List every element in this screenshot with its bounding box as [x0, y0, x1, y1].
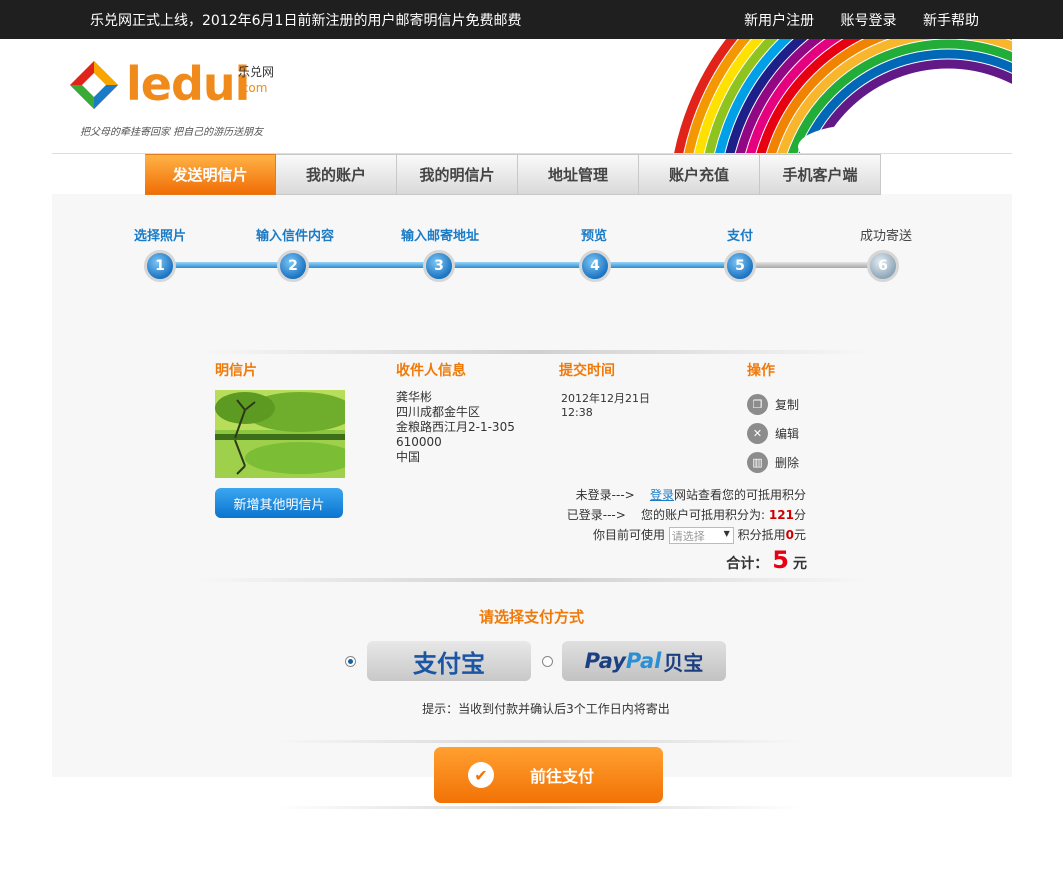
deduct-unit: 元: [793, 528, 806, 542]
step-circle-2: 2: [277, 250, 309, 282]
points-use: 你目前可使用 请选择 积分抵用0元: [593, 526, 806, 544]
go-pay-button[interactable]: ✔ 前往支付: [434, 747, 663, 803]
paypal-logo-b: Pal: [625, 649, 662, 673]
tab-recharge[interactable]: 账户充值: [639, 154, 760, 195]
login-link[interactable]: 账号登录: [841, 13, 897, 29]
help-link[interactable]: 新手帮助: [923, 13, 979, 29]
recipient-name: 龚华彬: [396, 390, 433, 404]
top-bar: 乐兑网正式上线，2012年6月1日前新注册的用户邮寄明信片免费邮费 新用户注册 …: [0, 0, 1063, 39]
postcard-thumbnail-image[interactable]: [215, 390, 345, 478]
site-notice: 乐兑网正式上线，2012年6月1日前新注册的用户邮寄明信片免费邮费: [90, 13, 522, 29]
logo-cn: 乐兑网: [238, 65, 275, 79]
paypal-option[interactable]: Pay Pal 贝宝: [562, 641, 726, 681]
tab-address[interactable]: 地址管理: [518, 154, 639, 195]
step-circle-1: 1: [144, 250, 176, 282]
recipient-line2: 金粮路西江月2-1-305: [396, 420, 515, 434]
payment-title: 请选择支付方式: [478, 608, 584, 626]
not-logged-suffix: 网站查看您的可抵用积分: [673, 488, 806, 502]
step-line-pending: [740, 262, 883, 268]
order-total: 合计： 5 元: [726, 546, 807, 574]
step-label-1: 选择照片: [133, 229, 187, 244]
tab-mobile-client[interactable]: 手机客户端: [760, 154, 881, 195]
register-link[interactable]: 新用户注册: [744, 13, 814, 29]
header-postcard: 明信片: [215, 363, 257, 379]
tab-my-account[interactable]: 我的账户: [276, 154, 397, 195]
logo-brand: ledui: [126, 57, 250, 111]
trash-icon: ▥: [747, 452, 768, 473]
logo-diamond-icon: [70, 61, 118, 109]
points-unit: 分: [793, 508, 806, 522]
logged-text: 您的账户可抵用积分为:: [641, 508, 766, 522]
table-top-divider: [200, 350, 870, 354]
step-label-4: 预览: [580, 229, 608, 244]
submit-date: 2012年12月21日: [561, 392, 650, 405]
rainbow-banner-image: [674, 39, 1012, 153]
recipient-country: 中国: [396, 450, 421, 464]
step-circle-3: 3: [423, 250, 455, 282]
points-value: 121: [768, 508, 794, 522]
logged-prefix: 已登录--->: [566, 508, 626, 522]
recipient-info: 龚华彬 四川成都金牛区 金粮路西江月2-1-305 610000 中国: [396, 390, 515, 465]
top-links: 新用户注册 账号登录 新手帮助: [722, 10, 979, 30]
header-operations: 操作: [747, 363, 775, 379]
header-recipient: 收件人信息: [396, 363, 466, 379]
step-label-6: 成功寄送: [859, 229, 913, 244]
points-select[interactable]: 请选择: [668, 527, 734, 544]
deduct-value: 0: [785, 528, 794, 542]
total-unit: 元: [793, 556, 807, 572]
total-amount: 5: [772, 546, 789, 574]
points-not-logged: 未登录---> 登录网站查看您的可抵用积分: [576, 486, 806, 503]
use-prefix: 你目前可使用: [592, 528, 665, 542]
tab-my-postcards[interactable]: 我的明信片: [397, 154, 518, 195]
copy-icon: ❐: [747, 394, 768, 415]
delete-label: 删除: [775, 456, 800, 470]
step-label-2: 输入信件内容: [255, 229, 335, 244]
use-mid: 积分抵用: [737, 528, 786, 542]
step-circle-4: 4: [579, 250, 611, 282]
add-postcard-button[interactable]: 新增其他明信片: [215, 488, 343, 518]
edit-button[interactable]: ✕ 编辑: [747, 423, 799, 444]
check-icon: ✔: [468, 762, 494, 788]
site-logo[interactable]: ledui 乐兑网 .com: [70, 57, 290, 117]
recipient-zip: 610000: [396, 435, 442, 449]
alipay-option[interactable]: 支付宝: [367, 641, 531, 681]
button-bottom-divider: [273, 806, 803, 809]
paypal-radio[interactable]: [542, 656, 553, 667]
slogan: 把父母的牵挂寄回家 把自己的游历送朋友: [80, 127, 264, 138]
step-label-3: 输入邮寄地址: [400, 229, 480, 244]
main-nav: 发送明信片 我的账户 我的明信片 地址管理 账户充值 手机客户端: [145, 154, 881, 195]
total-label: 合计：: [726, 556, 769, 572]
logo-com: .com: [238, 81, 268, 95]
submit-clock: 12:38: [561, 406, 593, 419]
paypal-logo-cn: 贝宝: [663, 650, 704, 675]
step-circle-6: 6: [867, 250, 899, 282]
recipient-line1: 四川成都金牛区: [396, 405, 481, 419]
points-login-link[interactable]: 登录: [650, 488, 674, 502]
alipay-radio[interactable]: [345, 656, 356, 667]
paypal-logo-a: Pay: [584, 649, 626, 673]
tab-send-postcard[interactable]: 发送明信片: [145, 154, 276, 195]
not-logged-prefix: 未登录--->: [575, 488, 635, 502]
button-top-divider: [273, 740, 803, 743]
copy-button[interactable]: ❐ 复制: [747, 394, 799, 415]
table-bottom-divider: [200, 578, 870, 582]
site-header: ledui 乐兑网 .com 把父母的牵挂寄回家 把自己的游历送朋友: [52, 39, 1012, 154]
go-pay-label: 前往支付: [530, 767, 595, 786]
step-label-5: 支付: [726, 229, 754, 244]
edit-icon: ✕: [747, 423, 768, 444]
header-time: 提交时间: [559, 363, 615, 379]
step-circle-5: 5: [724, 250, 756, 282]
submit-time: 2012年12月21日 12:38: [561, 392, 650, 420]
progress-steps: 选择照片 输入信件内容 输入邮寄地址 预览 支付 成功寄送 1 2 3 4 5 …: [0, 225, 1063, 285]
delete-button[interactable]: ▥ 删除: [747, 452, 799, 473]
alipay-logo: 支付宝: [413, 648, 485, 678]
points-logged: 已登录---> 您的账户可抵用积分为: 121分: [567, 506, 806, 523]
edit-label: 编辑: [775, 427, 800, 441]
copy-label: 复制: [775, 398, 800, 412]
payment-tip: 提示：当收到付款并确认后3个工作日内将寄出: [422, 702, 670, 716]
